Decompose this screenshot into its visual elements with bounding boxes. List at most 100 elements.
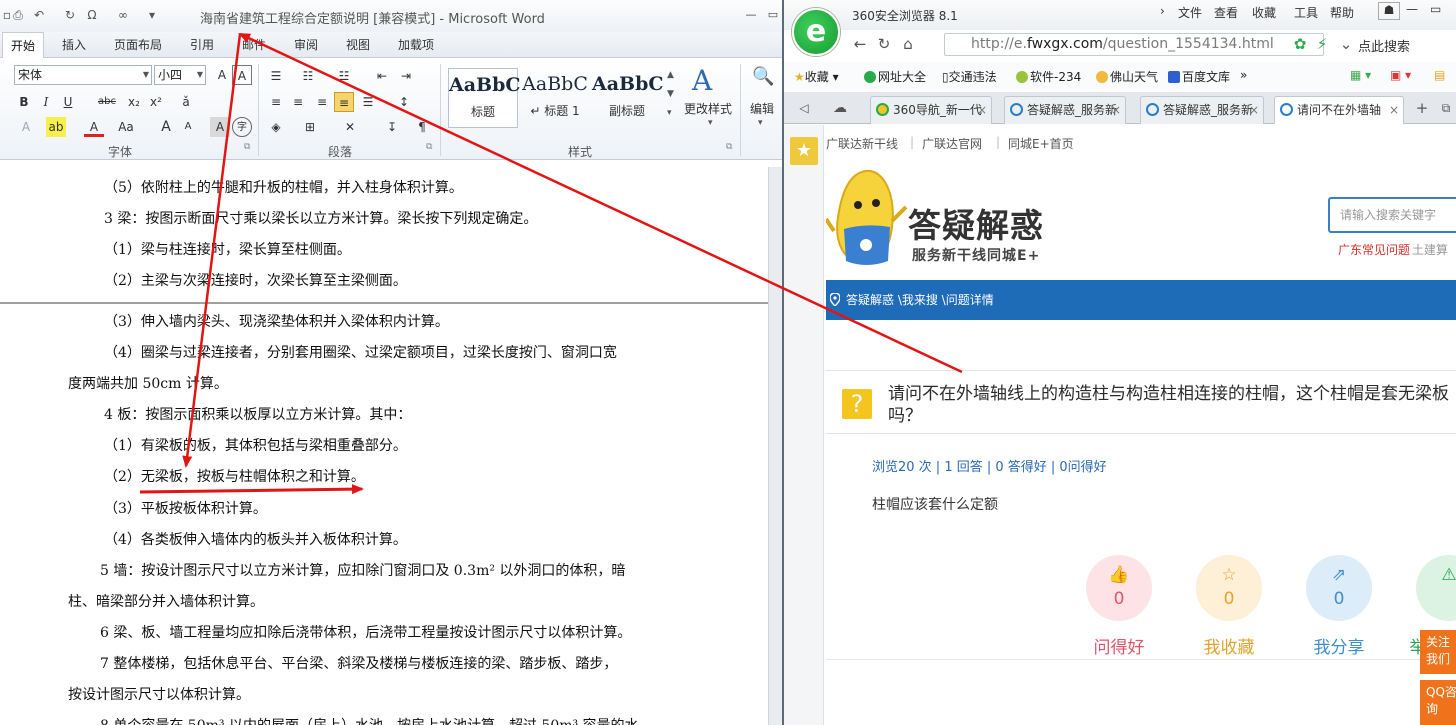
shrink-font-button[interactable]: A	[178, 117, 198, 137]
menu-favorites[interactable]: 收藏	[1252, 4, 1276, 21]
tab-references[interactable]: 引用	[182, 32, 222, 58]
numbering-icon[interactable]: ☷	[298, 66, 318, 86]
print-icon[interactable]: ⎙	[10, 6, 26, 24]
menu-chevron-icon[interactable]: ›	[1160, 4, 1165, 18]
tab-addins[interactable]: 加载项	[390, 32, 442, 58]
grow-font-button[interactable]: A	[156, 117, 176, 137]
browser-search-box[interactable]: 点此搜索	[1358, 36, 1410, 55]
char-shading-button[interactable]: A	[210, 117, 230, 137]
text-effect-button[interactable]: A	[16, 117, 36, 137]
apps-icon[interactable]: ▦ ▾	[1350, 68, 1371, 82]
omega-icon[interactable]: Ω	[84, 6, 100, 24]
enclose-char-button[interactable]: 字	[232, 117, 252, 137]
italic-button[interactable]: I	[36, 92, 56, 112]
star-icon[interactable]: ★	[790, 137, 818, 165]
qq-consult-button[interactable]: QQ咨询	[1420, 680, 1456, 725]
line-spacing-icon[interactable]: ↕	[394, 92, 414, 112]
link-glodon-official[interactable]: 广联达官网	[922, 135, 982, 152]
bookmark-item[interactable]: 佛山天气	[1096, 68, 1158, 85]
align-right-icon[interactable]: ≡	[312, 92, 332, 112]
restore-icon[interactable]: ▭	[764, 6, 782, 24]
tab-review[interactable]: 审阅	[286, 32, 326, 58]
address-bar[interactable]: http://e.fwxgx.com/question_1554134.html	[944, 33, 1324, 56]
browser-tab[interactable]: 答疑解惑_服务新 ×	[1004, 96, 1126, 124]
action-good-question[interactable]: 👍 0	[1086, 555, 1152, 621]
browser-tab[interactable]: 答疑解惑_服务新 ×	[1140, 96, 1264, 124]
style-subtitle[interactable]: AaBbC 副标题	[592, 68, 664, 128]
ext-icon[interactable]: ▤	[1434, 68, 1445, 82]
bold-button[interactable]: B	[14, 92, 34, 112]
menu-file[interactable]: 文件	[1178, 4, 1202, 21]
change-case-button[interactable]: Aa	[116, 117, 136, 137]
hot-link[interactable]: 土建算	[1412, 241, 1448, 258]
link-city-home[interactable]: 同城E+首页	[1008, 135, 1074, 152]
site-search-input[interactable]: 请输入搜索关键字	[1328, 197, 1456, 233]
grow-font-icon[interactable]: A	[212, 65, 232, 85]
bookmark-item[interactable]: 网址大全	[864, 68, 926, 85]
bullets-icon[interactable]: ☰	[266, 66, 286, 86]
font-size-combo[interactable]: 小四 ▼	[154, 65, 206, 85]
adblock-icon[interactable]: ▣ ▾	[1390, 68, 1411, 82]
close-icon[interactable]: ×	[1249, 97, 1259, 123]
infinity-icon[interactable]: ∞	[114, 6, 132, 24]
action-label[interactable]: 我分享	[1299, 633, 1379, 658]
style-title[interactable]: AaBbC 标题	[448, 68, 521, 128]
action-report[interactable]: ⚠	[1416, 555, 1456, 621]
tab-view[interactable]: 视图	[338, 32, 378, 58]
redo-icon[interactable]: ↻	[62, 6, 78, 24]
bookmark-item[interactable]: ▯交通违法	[942, 68, 997, 85]
close-icon[interactable]: ×	[1111, 97, 1121, 123]
align-center-icon[interactable]: ≡	[288, 92, 308, 112]
back-icon[interactable]: ←	[848, 32, 872, 56]
font-color-button[interactable]: A	[84, 117, 104, 137]
dialog-launcher-icon[interactable]: ⧉	[726, 142, 732, 152]
skin-icon[interactable]: ☗	[1378, 2, 1400, 20]
undo-icon[interactable]: ↶	[30, 6, 48, 24]
style-heading-1[interactable]: AaBbC ↵ 标题 1	[520, 68, 590, 128]
follow-us-button[interactable]: 关注我们	[1420, 630, 1456, 674]
close-icon[interactable]: ×	[1389, 97, 1399, 123]
new-tab-icon[interactable]: +	[1410, 96, 1434, 120]
action-label[interactable]: 我收藏	[1189, 633, 1269, 658]
multilevel-list-icon[interactable]: ☳	[334, 66, 354, 86]
phonetic-icon[interactable]: ǎ	[176, 92, 196, 112]
action-share[interactable]: ⇗ 0	[1306, 555, 1372, 621]
browser-tab-active[interactable]: 请问不在外墙轴 ×	[1274, 96, 1404, 124]
refresh-icon[interactable]: ↻	[872, 32, 896, 56]
underline-button[interactable]: U	[58, 92, 78, 112]
shading-icon[interactable]: ◈	[266, 117, 286, 137]
document-area[interactable]: （5）依附柱上的牛腿和升板的柱帽，并入柱身体积计算。 3 梁：按图示断面尺寸乘以…	[0, 167, 768, 725]
word-vertical-scrollbar[interactable]	[768, 167, 782, 725]
speed-icon[interactable]: ⚡	[1310, 32, 1334, 56]
tab-insert[interactable]: 插入	[54, 32, 94, 58]
more-bookmarks-icon[interactable]: »	[1240, 68, 1247, 82]
action-label[interactable]: 问得好	[1079, 633, 1159, 658]
change-styles-button[interactable]: 更改样式	[684, 100, 732, 117]
tab-scroll-left-icon[interactable]: ◁	[792, 96, 816, 120]
subscript-button[interactable]: x₂	[124, 92, 144, 112]
chevron-down-icon[interactable]: ⌄	[1334, 32, 1358, 56]
edit-button[interactable]: 编辑	[750, 100, 774, 117]
hot-link[interactable]: 广东常见问题	[1338, 241, 1410, 258]
superscript-button[interactable]: x²	[146, 92, 166, 112]
tab-page-layout[interactable]: 页面布局	[106, 32, 170, 58]
browser-tab[interactable]: 360导航_新一代 ×	[870, 96, 992, 124]
borders-icon[interactable]: ⊞	[300, 117, 320, 137]
secure-icon[interactable]: ✿	[1288, 32, 1312, 56]
decrease-indent-icon[interactable]: ⇤	[372, 66, 392, 86]
breadcrumb-text[interactable]: 答疑解惑 \我来搜 \问题详情	[846, 293, 994, 307]
minimize-icon[interactable]: —	[742, 6, 760, 24]
tab-list-icon[interactable]: ⧉	[1434, 96, 1456, 120]
strikethrough-button[interactable]: abc	[96, 92, 118, 112]
highlight-icon[interactable]: ab	[46, 117, 66, 137]
link-glodon-portal[interactable]: 广联达新干线	[826, 135, 898, 152]
menu-view[interactable]: 查看	[1214, 4, 1238, 21]
bookmark-favorites[interactable]: ★收藏 ▾	[794, 68, 839, 85]
dialog-launcher-icon[interactable]: ⧉	[426, 142, 432, 152]
close-icon[interactable]: ×	[977, 97, 987, 123]
align-left-icon[interactable]: ≡	[266, 92, 286, 112]
action-favorite[interactable]: ☆ 0	[1196, 555, 1262, 621]
restore-icon[interactable]: ▭	[1430, 2, 1441, 16]
clear-format-icon[interactable]: A	[232, 65, 252, 85]
font-name-combo[interactable]: 宋体 ▼	[14, 65, 152, 85]
